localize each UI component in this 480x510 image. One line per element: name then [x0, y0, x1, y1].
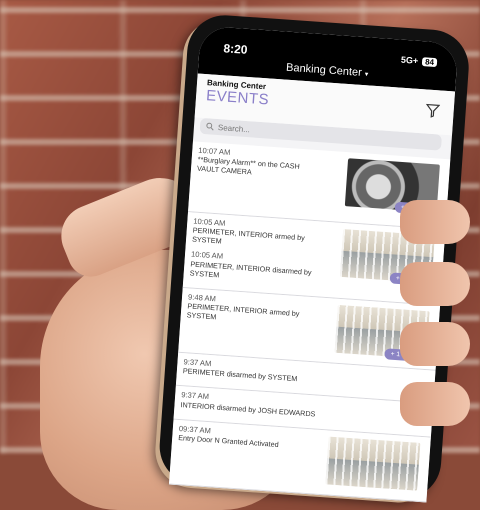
event-entry: 10:05 AM PERIMETER, INTERIOR armed by SY… — [192, 217, 314, 253]
event-entry: 10:07 AM **Burglary Alarm** on the CASH … — [197, 146, 319, 182]
chevron-down-icon: ▾ — [364, 71, 369, 79]
search-icon — [206, 122, 214, 131]
filter-icon[interactable] — [425, 103, 441, 118]
event-entry: 09:37 AM Entry Door N Granted Activated — [178, 424, 299, 451]
phone: 8:20 5G+ 84 Banking Center ▾ Banking Cen… — [117, 10, 479, 503]
site-selector-label: Banking Center — [285, 61, 363, 79]
status-time: 8:20 — [223, 41, 248, 57]
battery-icon: 84 — [421, 56, 438, 67]
hand-finger — [400, 200, 470, 244]
hand-finger — [400, 262, 470, 306]
network-indicator: 5G+ 84 — [401, 55, 438, 67]
hand-finger — [400, 322, 470, 366]
event-entry: 9:48 AM PERIMETER, INTERIOR armed by SYS… — [186, 292, 308, 328]
hand-finger — [400, 382, 470, 426]
event-entry: 10:05 AM PERIMETER, INTERIOR disarmed by… — [189, 250, 341, 288]
event-entry: 9:37 AM PERIMETER disarmed by SYSTEM — [183, 357, 334, 386]
network-label: 5G+ — [400, 54, 419, 66]
event-snapshot-image[interactable] — [325, 436, 421, 491]
